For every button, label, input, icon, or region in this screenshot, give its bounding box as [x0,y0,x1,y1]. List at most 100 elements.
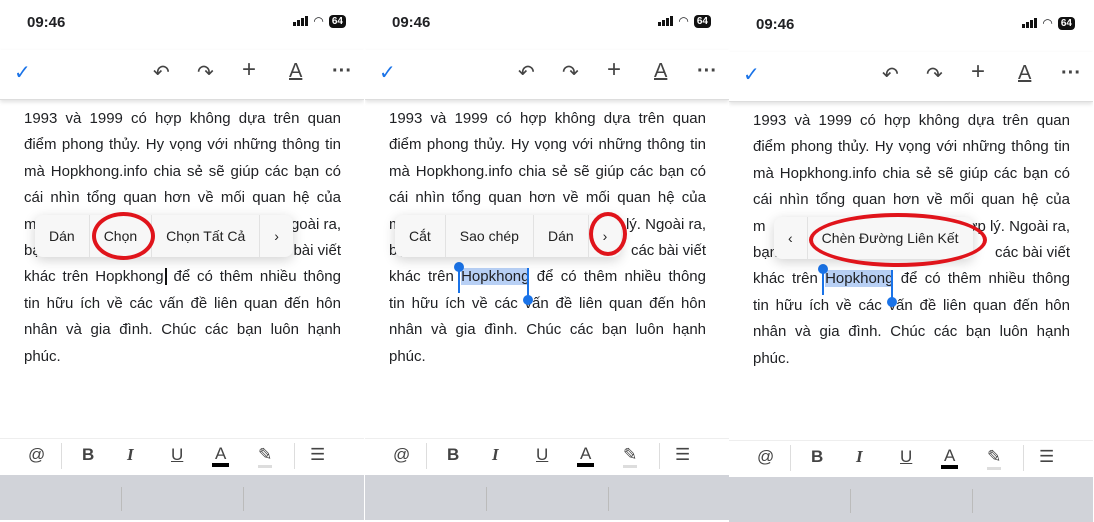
check-icon[interactable]: ✓ [379,60,396,85]
text-color-icon[interactable]: A [941,447,959,469]
battery-icon: 64 [693,14,711,28]
underline-icon[interactable]: U [536,445,548,465]
undo-icon[interactable]: ↶ [518,60,535,85]
check-icon[interactable]: ✓ [14,60,31,85]
plus-icon[interactable]: + [971,58,985,86]
signal-icon [293,16,309,26]
status-time: 09:46 [756,16,795,33]
underline-icon[interactable]: U [171,445,183,465]
redo-icon[interactable]: ↷ [197,60,214,85]
phone-screen-3: 09:46 ◠ 64 ✓ ↶ ↷ + A ··· 1993 và 1999 có… [729,2,1093,522]
more-icon[interactable]: ··· [1061,62,1081,85]
doc-line: mà Hopkhong.info chia sẻ sẽ giúp các bạn… [753,164,1070,182]
selection-start-handle[interactable] [818,264,828,295]
highlight-icon[interactable]: ✎ [258,445,273,468]
menu-item[interactable]: Sao chép [446,215,534,257]
doc-line: khác trên Hopkhong để có thêm nhiều thôn… [389,268,706,286]
selection-end-handle[interactable] [887,270,897,307]
doc-toolbar: ✓ ↶ ↷ + A ··· [365,50,729,100]
list-icon[interactable]: ☰ [310,445,325,465]
doc-line: tin hữu ích về các vấn đề liên quan đến … [753,296,1070,314]
format-bar: @ B I U A ✎ ☰ [729,440,1093,477]
undo-icon[interactable]: ↶ [153,60,170,85]
highlight-icon[interactable]: ✎ [987,447,1002,470]
doc-line: khác trên Hopkhong để có thêm nhiều thôn… [24,268,341,286]
highlight-icon[interactable]: ✎ [623,445,638,468]
doc-line: 1993 và 1999 có hợp không dựa trên quan [389,110,706,127]
italic-icon[interactable]: I [127,445,134,465]
wifi-icon: ◠ [313,14,324,28]
status-icons: ◠ 64 [293,14,346,28]
doc-line: 1993 và 1999 có hợp không dựa trên quan [753,112,1070,129]
keyboard-area [0,475,364,520]
menu-item[interactable]: Cắt [395,215,446,257]
more-icon[interactable]: ··· [332,60,352,83]
wifi-icon: ◠ [678,14,689,28]
redo-icon[interactable]: ↷ [926,62,943,87]
bold-icon[interactable]: B [82,445,94,465]
plus-icon[interactable]: + [607,56,621,84]
selected-word[interactable]: Hopkhong [825,270,894,288]
selection-end-handle[interactable] [523,268,533,305]
undo-icon[interactable]: ↶ [882,62,899,87]
text-format-icon[interactable]: A [1018,62,1031,85]
doc-line: tin hữu ích về các vấn đề liên quan đến … [389,294,706,312]
doc-line: cái nhìn tổng quan hơn về mối quan hệ củ… [389,189,706,207]
battery-icon: 64 [1057,16,1075,30]
list-icon[interactable]: ☰ [1039,447,1054,467]
selection-start-handle[interactable] [454,262,464,293]
text-color-icon[interactable]: A [577,445,595,467]
bold-icon[interactable]: B [811,447,823,467]
word[interactable]: Hopkhong [95,268,163,285]
doc-line: điểm phong thủy. Hy vọng với những thông… [24,136,341,154]
doc-line: 1993 và 1999 có hợp không dựa trên quan [24,110,341,127]
text-color-icon[interactable]: A [212,445,230,467]
menu-item[interactable]: ‹ [774,217,808,259]
doc-line: khác trên Hopkhong để có thêm nhiều thôn… [753,270,1070,288]
italic-icon[interactable]: I [856,447,863,467]
keyboard-area [729,477,1093,522]
menu-item[interactable]: Dán [534,215,589,257]
annotation-circle [589,212,627,256]
text-format-icon[interactable]: A [654,60,667,83]
italic-icon[interactable]: I [492,445,499,465]
doc-line: nhân và gia đình. Chúc các bạn luôn hạnh [389,321,706,339]
mention-icon[interactable]: @ [757,447,774,467]
keyboard-area [365,475,729,520]
doc-toolbar: ✓ ↶ ↷ + A ··· [729,52,1093,102]
menu-item[interactable]: Dán [35,215,90,257]
plus-icon[interactable]: + [242,56,256,84]
doc-line: phúc. [24,347,61,365]
doc-line: mà Hopkhong.info chia sẻ sẽ giúp các bạn… [389,162,706,180]
underline-icon[interactable]: U [900,447,912,467]
battery-icon: 64 [328,14,346,28]
list-icon[interactable]: ☰ [675,445,690,465]
status-icons: ◠ 64 [658,14,711,28]
doc-line: phúc. [753,349,790,367]
selected-word[interactable]: Hopkhong [461,268,530,286]
more-icon[interactable]: ··· [697,60,717,83]
menu-item[interactable]: Chọn Tất Cả [152,215,261,257]
context-menu: Cắt Sao chép Dán › [395,215,622,257]
doc-line: cái nhìn tổng quan hơn về mối quan hệ củ… [24,189,341,207]
doc-line: nhân và gia đình. Chúc các bạn luôn hạnh [24,321,341,339]
redo-icon[interactable]: ↷ [562,60,579,85]
status-time: 09:46 [392,14,431,31]
doc-line: điểm phong thủy. Hy vọng với những thông… [389,136,706,154]
mention-icon[interactable]: @ [28,445,45,465]
doc-line: phúc. [389,347,426,365]
signal-icon [658,16,674,26]
status-time: 09:46 [27,14,66,31]
phone-screen-1: 09:46 ◠ 64 ✓ ↶ ↷ + A ··· 1993 và 1999 có… [0,0,364,520]
wifi-icon: ◠ [1042,16,1053,30]
format-bar: @ B I U A ✎ ☰ [0,438,364,475]
check-icon[interactable]: ✓ [743,62,760,87]
mention-icon[interactable]: @ [393,445,410,465]
bold-icon[interactable]: B [447,445,459,465]
annotation-circle [809,213,987,267]
text-format-icon[interactable]: A [289,60,302,83]
phone-screen-2: 09:46 ◠ 64 ✓ ↶ ↷ + A ··· 1993 và 1999 có… [365,0,729,520]
doc-toolbar: ✓ ↶ ↷ + A ··· [0,50,364,100]
annotation-circle [92,212,155,260]
menu-item[interactable]: › [260,215,293,257]
